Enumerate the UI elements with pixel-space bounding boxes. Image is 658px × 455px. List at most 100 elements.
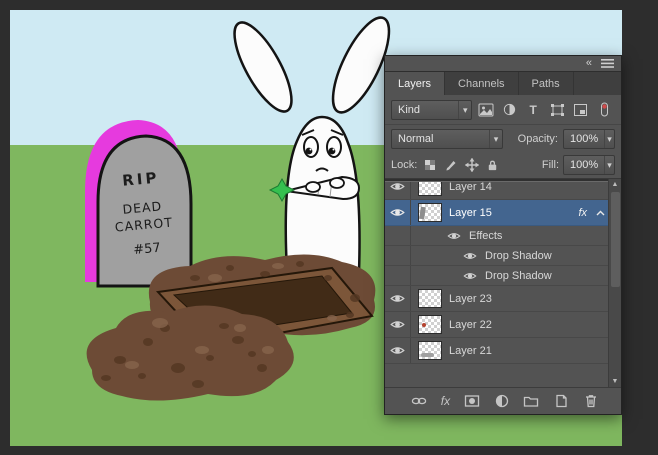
opacity-label: Opacity: [517, 132, 558, 145]
dropdown-arrow-icon: ▾ [489, 129, 502, 148]
scroll-down-icon[interactable]: ▼ [612, 376, 619, 387]
collapse-panel-icon[interactable]: « [586, 58, 592, 69]
new-group-button[interactable] [523, 393, 539, 409]
layer-list-scrollbar[interactable]: ▲ ▼ [608, 179, 621, 387]
eye-icon [390, 209, 405, 216]
layer-name: Layer 23 [449, 292, 492, 305]
lock-transparency-icon[interactable] [421, 157, 438, 174]
epitaph-line-4: #57 [133, 241, 162, 258]
eye-icon [390, 183, 405, 190]
effects-label: Effects [469, 229, 503, 242]
layer-style-button[interactable]: fx [441, 394, 450, 408]
layer-row[interactable]: Layer 14 [385, 182, 608, 200]
effect-row[interactable]: Drop Shadow [385, 266, 608, 286]
filtering-toggle-icon[interactable] [594, 100, 615, 120]
lock-label: Lock: [391, 159, 418, 171]
filter-row: Kind ▾ T [385, 95, 621, 125]
lock-row: Lock: Fill: 100% ▾ [385, 152, 621, 179]
visibility-toggle[interactable] [385, 312, 411, 337]
eye-column-spacer [385, 266, 411, 285]
eye-icon [390, 295, 405, 302]
layer-name: Layer 14 [449, 182, 492, 193]
fill-label: Fill: [541, 159, 559, 171]
layer-list: Layer 14 Layer 15 fx Effects Drop Shadow… [385, 179, 621, 387]
dropdown-arrow-icon: ▾ [604, 156, 614, 174]
shape-layer-filter-icon[interactable] [547, 100, 568, 120]
kind-filter-label: Kind [398, 103, 421, 116]
layer-thumbnail[interactable] [418, 315, 442, 334]
effect-label: Drop Shadow [485, 249, 552, 262]
layer-row-clipped: Layer 14 [385, 182, 608, 200]
rabbit-paw-left [305, 181, 321, 193]
effects-visibility-toggle[interactable] [445, 231, 463, 241]
fill-dropdown[interactable]: 100% ▾ [563, 155, 615, 175]
effect-label: Drop Shadow [485, 269, 552, 282]
type-layer-filter-icon[interactable]: T [523, 100, 544, 120]
layers-panel: « Layers Channels Paths Kind ▾ T Normal … [384, 55, 622, 415]
kind-filter-dropdown[interactable]: Kind ▾ [391, 99, 473, 120]
pixel-layer-filter-icon[interactable] [475, 100, 496, 120]
opacity-value: 100% [570, 132, 599, 145]
opacity-dropdown[interactable]: 100% ▾ [563, 128, 615, 149]
scroll-up-icon[interactable]: ▲ [612, 179, 619, 190]
collapse-effects-icon[interactable] [592, 200, 608, 225]
effect-visibility-toggle[interactable] [461, 251, 479, 261]
rabbit-eye-left [303, 136, 319, 158]
eye-column-spacer [385, 246, 411, 265]
blend-mode-dropdown[interactable]: Normal ▾ [391, 128, 503, 149]
visibility-toggle[interactable] [385, 200, 411, 225]
eye-icon [463, 252, 477, 259]
delete-layer-button[interactable] [583, 393, 599, 409]
eye-icon [390, 347, 405, 354]
layer-thumbnail[interactable] [418, 289, 442, 308]
link-layers-icon[interactable] [411, 393, 427, 409]
visibility-toggle[interactable] [385, 338, 411, 363]
eye-icon [390, 321, 405, 328]
effect-visibility-toggle[interactable] [461, 271, 479, 281]
effect-row[interactable]: Drop Shadow [385, 246, 608, 266]
panel-menu-icon[interactable] [601, 59, 614, 68]
layer-row[interactable]: Layer 23 [385, 286, 608, 312]
adjustment-layer-filter-icon[interactable] [499, 100, 520, 120]
tab-layers[interactable]: Layers [385, 72, 446, 95]
visibility-toggle[interactable] [385, 286, 411, 311]
panel-header: « [385, 56, 621, 71]
rabbit-paw-right [329, 177, 345, 189]
smart-object-filter-icon[interactable] [570, 100, 591, 120]
layer-name: Layer 15 [449, 206, 492, 219]
add-mask-button[interactable] [464, 393, 480, 409]
thumbnail-content [421, 353, 434, 357]
scrollbar-thumb[interactable] [610, 192, 620, 287]
dropdown-arrow-icon: ▾ [458, 100, 471, 119]
eye-icon [447, 232, 461, 239]
visibility-toggle[interactable] [385, 182, 411, 199]
layer-row[interactable]: Layer 21 [385, 338, 608, 364]
layer-row-selected[interactable]: Layer 15 fx [385, 200, 608, 226]
dropdown-arrow-icon: ▾ [604, 129, 614, 148]
blend-mode-value: Normal [398, 132, 434, 145]
add-adjustment-button[interactable] [494, 393, 510, 409]
thumbnail-content [419, 206, 426, 220]
tab-channels[interactable]: Channels [445, 72, 519, 95]
layer-row[interactable]: Layer 22 [385, 312, 608, 338]
rabbit-eye-right [326, 136, 342, 158]
lock-position-icon[interactable] [463, 157, 480, 174]
effects-row[interactable]: Effects [385, 226, 608, 246]
layer-thumbnail[interactable] [418, 182, 442, 196]
lock-pixels-icon[interactable] [442, 157, 459, 174]
epitaph-line-1: RIP [122, 169, 161, 190]
layer-thumbnail[interactable] [418, 341, 442, 360]
layer-thumbnail[interactable] [418, 203, 442, 222]
panel-bottom-bar: fx [385, 387, 621, 414]
lock-all-icon[interactable] [484, 157, 501, 174]
blend-row: Normal ▾ Opacity: 100% ▾ [385, 125, 621, 152]
panel-tabs: Layers Channels Paths [385, 71, 621, 95]
thumbnail-content [422, 323, 426, 327]
new-layer-button[interactable] [553, 393, 569, 409]
layer-name: Layer 22 [449, 318, 492, 331]
fill-value: 100% [570, 159, 599, 171]
tab-paths[interactable]: Paths [519, 72, 574, 95]
eye-icon [463, 272, 477, 279]
fx-badge: fx [578, 206, 587, 219]
layer-name: Layer 21 [449, 344, 492, 357]
